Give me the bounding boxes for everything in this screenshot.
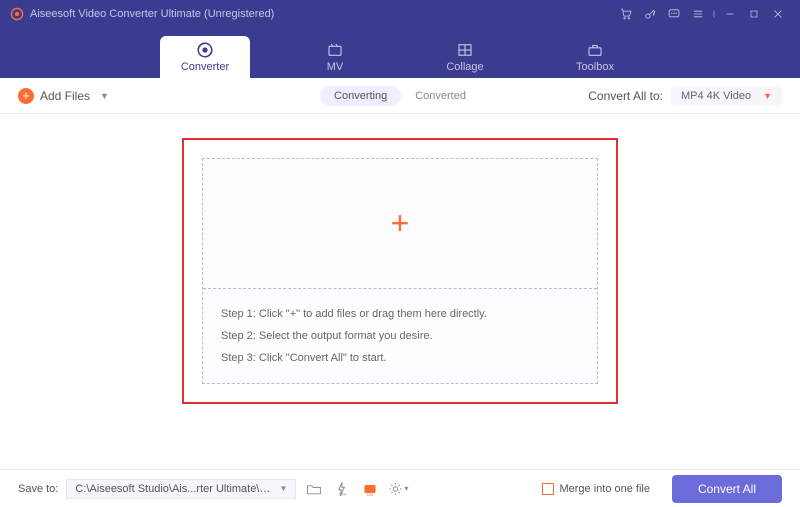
svg-text:ON: ON (367, 492, 373, 497)
main-tabs: Converter MV Collage Toolbox (0, 28, 800, 78)
tab-mv[interactable]: MV (290, 36, 380, 78)
dropzone: + Step 1: Click "+" to add files or drag… (202, 158, 598, 384)
step-text: Step 1: Click "+" to add files or drag t… (221, 303, 579, 325)
convert-all-to-label: Convert All to: (588, 89, 663, 103)
tab-converting[interactable]: Converting (320, 86, 401, 106)
maximize-icon[interactable] (742, 4, 766, 24)
hw-accel-icon[interactable]: OFF (332, 480, 352, 498)
key-icon[interactable] (638, 4, 662, 24)
save-path-select[interactable]: C:\Aiseesoft Studio\Ais...rter Ultimate\… (66, 479, 296, 499)
tab-label: Collage (446, 61, 483, 73)
convert-all-button[interactable]: Convert All (672, 475, 782, 503)
chevron-down-icon: ▼ (763, 91, 772, 101)
minimize-icon[interactable] (718, 4, 742, 24)
tab-converter[interactable]: Converter (160, 36, 250, 78)
divider-icon (710, 4, 718, 24)
tab-label: Toolbox (576, 61, 614, 73)
cart-icon[interactable] (614, 4, 638, 24)
settings-icon[interactable]: ▾ (388, 480, 408, 498)
big-plus-icon: + (391, 205, 410, 242)
merge-checkbox[interactable]: Merge into one file (542, 483, 650, 495)
highlight-box: + Step 1: Click "+" to add files or drag… (182, 138, 618, 404)
footer: Save to: C:\Aiseesoft Studio\Ais...rter … (0, 469, 800, 507)
checkbox-icon (542, 483, 554, 495)
menu-icon[interactable] (686, 4, 710, 24)
tab-label: Converter (181, 61, 229, 73)
tab-toolbox[interactable]: Toolbox (550, 36, 640, 78)
tab-converted[interactable]: Converted (401, 86, 480, 106)
format-value: MP4 4K Video (681, 90, 751, 102)
add-files-button[interactable]: + Add Files ▼ (18, 88, 109, 104)
tab-label: MV (327, 61, 344, 73)
merge-label: Merge into one file (559, 483, 650, 495)
feedback-icon[interactable] (662, 4, 686, 24)
step-text: Step 2: Select the output format you des… (221, 325, 579, 347)
tab-collage[interactable]: Collage (420, 36, 510, 78)
step-text: Step 3: Click "Convert All" to start. (221, 347, 579, 369)
chevron-down-icon: ▼ (279, 484, 287, 493)
window-title: Aiseesoft Video Converter Ultimate (Unre… (30, 8, 274, 20)
main-area: + Step 1: Click "+" to add files or drag… (0, 114, 800, 469)
titlebar: Aiseesoft Video Converter Ultimate (Unre… (0, 0, 800, 28)
svg-text:OFF: OFF (339, 492, 348, 497)
dropzone-add-area[interactable]: + (203, 159, 597, 289)
close-icon[interactable] (766, 4, 790, 24)
save-path-value: C:\Aiseesoft Studio\Ais...rter Ultimate\… (75, 483, 271, 495)
output-format-select[interactable]: MP4 4K Video ▼ (671, 87, 782, 105)
instructions: Step 1: Click "+" to add files or drag t… (203, 289, 597, 383)
toolbar: + Add Files ▼ Converting Converted Conve… (0, 78, 800, 114)
save-to-label: Save to: (18, 483, 58, 495)
chevron-down-icon: ▼ (100, 91, 109, 101)
open-folder-icon[interactable] (304, 480, 324, 498)
add-files-label: Add Files (40, 89, 90, 103)
app-logo-icon (10, 7, 24, 21)
gpu-icon[interactable]: ON (360, 480, 380, 498)
plus-icon: + (18, 88, 34, 104)
